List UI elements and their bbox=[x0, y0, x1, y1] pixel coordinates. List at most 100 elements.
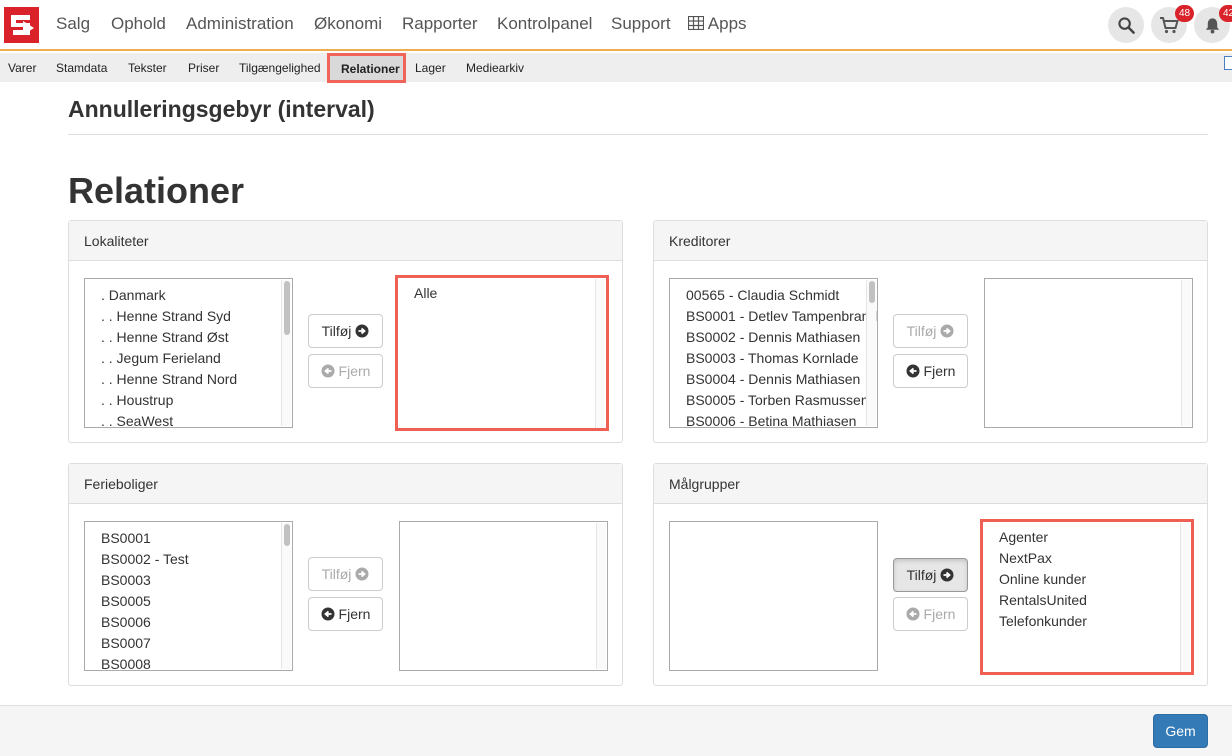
list-item[interactable]: Online kunder bbox=[999, 571, 1086, 587]
search-icon bbox=[1117, 16, 1135, 34]
list-item[interactable]: 00565 - Claudia Schmidt bbox=[686, 287, 839, 303]
arrow-right-circle-icon bbox=[940, 324, 954, 338]
list-item[interactable]: BS0006 - Betina Mathiasen bbox=[686, 413, 856, 427]
list-item[interactable]: BS0002 - Dennis Mathiasen bbox=[686, 329, 860, 345]
nav-apps-label: Apps bbox=[707, 14, 747, 33]
list-item[interactable]: BS0008 bbox=[101, 656, 151, 670]
kreditorer-selected-list[interactable] bbox=[984, 278, 1193, 428]
scrollbar[interactable] bbox=[1180, 523, 1190, 672]
lokaliteter-selected-list[interactable]: Alle bbox=[395, 275, 609, 431]
remove-button-label: Fjern bbox=[338, 363, 371, 379]
subnav-stamdata[interactable]: Stamdata bbox=[56, 61, 107, 75]
scroll-thumb[interactable] bbox=[284, 524, 290, 546]
list-item[interactable]: BS0005 bbox=[101, 593, 151, 609]
remove-button-label: Fjern bbox=[338, 606, 371, 622]
list-item[interactable]: . . SeaWest bbox=[101, 413, 173, 427]
nav-support[interactable]: Support bbox=[611, 14, 671, 34]
subnav-varer[interactable]: Varer bbox=[8, 61, 36, 75]
list-item[interactable]: BS0003 bbox=[101, 572, 151, 588]
list-item[interactable]: BS0003 - Thomas Kornlade bbox=[686, 350, 859, 366]
footer-bar bbox=[0, 705, 1232, 756]
subnav-priser[interactable]: Priser bbox=[188, 61, 219, 75]
subnav-tilgaengelighed[interactable]: Tilgængelighed bbox=[239, 61, 321, 75]
add-button-label: Tilføj bbox=[906, 567, 937, 583]
subnav-lager[interactable]: Lager bbox=[415, 61, 446, 75]
panel-ferieboliger: Ferieboliger BS0001 BS0002 - Test BS0003… bbox=[68, 463, 623, 686]
cart-badge: 48 bbox=[1175, 5, 1195, 22]
ferieboliger-add-button[interactable]: Tilføj bbox=[308, 557, 383, 591]
search-button[interactable] bbox=[1108, 7, 1144, 43]
subnav-relationer-label: Relationer bbox=[341, 62, 400, 76]
bell-badge: 42 bbox=[1219, 5, 1232, 22]
malgrupper-available-list[interactable] bbox=[669, 521, 878, 671]
remove-button-label: Fjern bbox=[923, 606, 956, 622]
nav-apps[interactable]: Apps bbox=[687, 14, 747, 34]
list-item[interactable]: BS0004 - Dennis Mathiasen bbox=[686, 371, 860, 387]
notifications-button[interactable]: 42 bbox=[1194, 5, 1232, 43]
list-item[interactable]: Telefonkunder bbox=[999, 613, 1087, 629]
list-item[interactable]: . . Jegum Ferieland bbox=[101, 350, 221, 366]
panel-malgrupper-title: Målgrupper bbox=[654, 464, 1207, 504]
lokaliteter-remove-button[interactable]: Fjern bbox=[308, 354, 383, 388]
list-item[interactable]: NextPax bbox=[999, 550, 1052, 566]
list-item[interactable]: . . Henne Strand Syd bbox=[101, 308, 231, 324]
list-item[interactable]: . Danmark bbox=[101, 287, 166, 303]
list-item[interactable]: . . Henne Strand Nord bbox=[101, 371, 237, 387]
ferieboliger-remove-button[interactable]: Fjern bbox=[308, 597, 383, 631]
scroll-thumb[interactable] bbox=[869, 281, 875, 303]
nav-okonomi[interactable]: Økonomi bbox=[314, 14, 382, 34]
arrow-left-circle-icon bbox=[906, 364, 920, 378]
ferieboliger-selected-list[interactable] bbox=[399, 521, 608, 671]
list-item[interactable]: . . Henne Strand Øst bbox=[101, 329, 229, 345]
sub-navbar: Varer Stamdata Tekster Priser Tilgængeli… bbox=[0, 53, 1232, 82]
scrollbar[interactable] bbox=[595, 279, 605, 428]
panel-lokaliteter: Lokaliteter . Danmark . . Henne Strand S… bbox=[68, 220, 623, 443]
add-button-label: Tilføj bbox=[321, 566, 352, 582]
nav-kontrolpanel[interactable]: Kontrolpanel bbox=[497, 14, 592, 34]
list-item[interactable]: RentalsUnited bbox=[999, 592, 1087, 608]
arrow-right-circle-icon bbox=[355, 567, 369, 581]
scrollbar[interactable] bbox=[866, 280, 876, 426]
nav-administration[interactable]: Administration bbox=[186, 14, 294, 34]
scrollbar[interactable] bbox=[281, 523, 291, 669]
brand-logo-icon[interactable] bbox=[4, 7, 39, 43]
add-button-label: Tilføj bbox=[321, 323, 352, 339]
scrollbar[interactable] bbox=[596, 523, 606, 669]
malgrupper-selected-list[interactable]: Agenter NextPax Online kunder RentalsUni… bbox=[980, 519, 1194, 675]
list-item[interactable]: BS0002 - Test bbox=[101, 551, 189, 567]
lokaliteter-available-list[interactable]: . Danmark . . Henne Strand Syd . . Henne… bbox=[84, 278, 293, 428]
scrollbar[interactable] bbox=[1181, 280, 1191, 426]
kreditorer-add-button[interactable]: Tilføj bbox=[893, 314, 968, 348]
list-item[interactable]: Alle bbox=[414, 285, 437, 301]
kreditorer-available-list[interactable]: 00565 - Claudia Schmidt BS0001 - Detlev … bbox=[669, 278, 878, 428]
scroll-thumb[interactable] bbox=[284, 281, 290, 335]
divider bbox=[68, 134, 1208, 135]
list-item[interactable]: . . Houstrup bbox=[101, 392, 173, 408]
corner-checkbox[interactable] bbox=[1224, 56, 1232, 70]
subnav-mediearkiv[interactable]: Mediearkiv bbox=[466, 61, 524, 75]
ferieboliger-available-list[interactable]: BS0001 BS0002 - Test BS0003 BS0005 BS000… bbox=[84, 521, 293, 671]
list-item[interactable]: BS0001 bbox=[101, 530, 151, 546]
subnav-tekster[interactable]: Tekster bbox=[128, 61, 167, 75]
list-item[interactable]: BS0005 - Torben Rasmussen bbox=[686, 392, 869, 408]
arrow-right-circle-icon bbox=[940, 568, 954, 582]
arrow-left-circle-icon bbox=[321, 607, 335, 621]
malgrupper-add-button[interactable]: Tilføj bbox=[893, 558, 968, 592]
list-item[interactable]: Agenter bbox=[999, 529, 1048, 545]
arrow-left-circle-icon bbox=[906, 607, 920, 621]
scrollbar[interactable] bbox=[281, 280, 291, 426]
nav-salg[interactable]: Salg bbox=[56, 14, 90, 34]
panel-malgrupper: Målgrupper Tilføj Fjern Agenter NextPax … bbox=[653, 463, 1208, 686]
cart-button[interactable]: 48 bbox=[1151, 5, 1195, 43]
section-title: Relationer bbox=[68, 170, 245, 211]
save-button[interactable]: Gem bbox=[1153, 714, 1208, 748]
list-item[interactable]: BS0006 bbox=[101, 614, 151, 630]
list-item[interactable]: BS0001 - Detlev Tampenbrand bbox=[686, 308, 877, 324]
nav-ophold[interactable]: Ophold bbox=[111, 14, 166, 34]
nav-rapporter[interactable]: Rapporter bbox=[402, 14, 478, 34]
kreditorer-remove-button[interactable]: Fjern bbox=[893, 354, 968, 388]
list-item[interactable]: BS0007 bbox=[101, 635, 151, 651]
lokaliteter-add-button[interactable]: Tilføj bbox=[308, 314, 383, 348]
malgrupper-remove-button[interactable]: Fjern bbox=[893, 597, 968, 631]
subnav-relationer[interactable]: Relationer bbox=[327, 53, 406, 83]
